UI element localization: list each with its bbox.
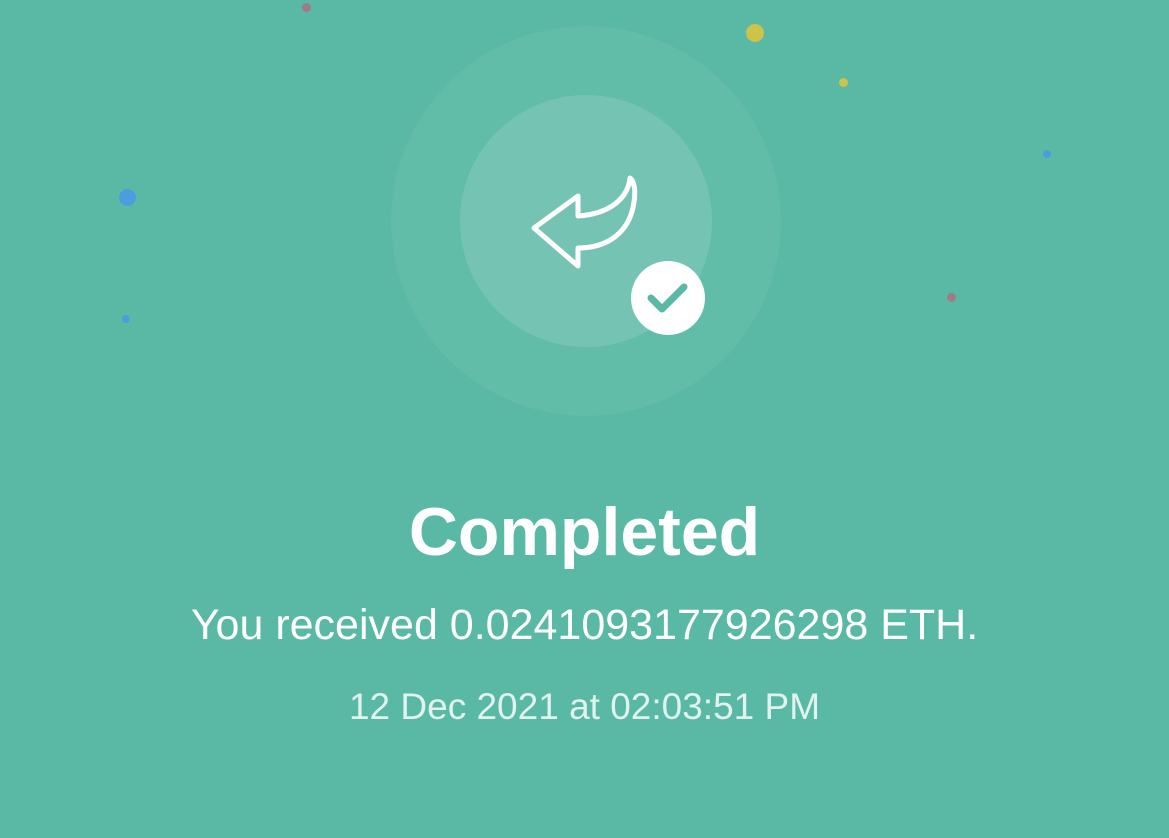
confetti-dot xyxy=(119,189,136,206)
confetti-dot xyxy=(1043,150,1051,158)
confetti-dot xyxy=(839,78,848,87)
confetti-dot xyxy=(122,315,130,323)
transaction-complete-screen: Completed You received 0.024109317792629… xyxy=(0,0,1169,838)
check-badge xyxy=(631,261,705,335)
confetti-dot xyxy=(947,293,956,302)
confetti-dot xyxy=(302,3,311,12)
received-amount-message: You received 0.0241093177926298 ETH. xyxy=(190,601,979,649)
transaction-timestamp: 12 Dec 2021 at 02:03:51 PM xyxy=(348,686,821,727)
check-icon xyxy=(647,283,688,313)
status-title: Completed xyxy=(408,494,761,570)
confetti-dot xyxy=(746,24,764,42)
receive-arrow-icon xyxy=(531,175,638,269)
